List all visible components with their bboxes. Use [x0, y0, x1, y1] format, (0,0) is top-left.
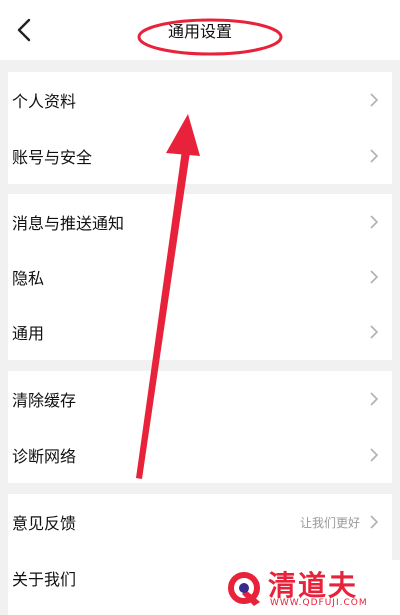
- chevron-right-icon: [370, 149, 378, 163]
- chevron-right-icon: [370, 325, 378, 339]
- row-privacy[interactable]: 隐私: [8, 249, 392, 305]
- row-network-diagnosis[interactable]: 诊断网络: [8, 427, 392, 483]
- watermark-url: WWW.QDFUJI.COM: [270, 598, 368, 608]
- row-notifications[interactable]: 消息与推送通知: [8, 194, 392, 250]
- row-label: 清除缓存: [12, 391, 77, 410]
- q-logo-icon: [228, 572, 260, 606]
- row-label: 账号与安全: [12, 148, 93, 167]
- row-label: 消息与推送通知: [12, 214, 125, 233]
- row-clear-cache[interactable]: 清除缓存: [8, 371, 392, 427]
- settings-group-storage: 清除缓存 诊断网络: [8, 371, 392, 483]
- row-label: 诊断网络: [12, 447, 77, 466]
- row-account-security[interactable]: 账号与安全: [8, 128, 392, 184]
- row-label: 个人资料: [12, 92, 77, 111]
- watermark: 清道夫 WWW.QDFUJI.COM: [200, 560, 400, 615]
- row-label: 关于我们: [12, 570, 77, 589]
- row-feedback[interactable]: 意见反馈 让我们更好: [8, 494, 392, 550]
- row-hint: 让我们更好: [299, 515, 360, 530]
- chevron-right-icon: [370, 392, 378, 406]
- title-highlight-circle: [137, 18, 283, 56]
- chevron-right-icon: [370, 270, 378, 284]
- chevron-right-icon: [370, 515, 378, 529]
- row-label: 隐私: [12, 269, 45, 288]
- settings-group-general: 消息与推送通知 隐私 通用: [8, 194, 392, 360]
- settings-group-profile: 个人资料 账号与安全: [8, 72, 392, 184]
- chevron-right-icon: [370, 93, 378, 107]
- chevron-right-icon: [370, 215, 378, 229]
- top-bar: 通用设置: [0, 0, 400, 60]
- chevron-right-icon: [370, 448, 378, 462]
- row-label: 意见反馈: [12, 514, 77, 533]
- row-general[interactable]: 通用: [8, 304, 392, 360]
- row-label: 通用: [12, 324, 45, 343]
- row-profile[interactable]: 个人资料: [8, 72, 392, 128]
- settings-screen: 通用设置 个人资料 账号与安全 消息与推送通知 隐私 通用 清除缓存 诊断网络 …: [0, 0, 400, 615]
